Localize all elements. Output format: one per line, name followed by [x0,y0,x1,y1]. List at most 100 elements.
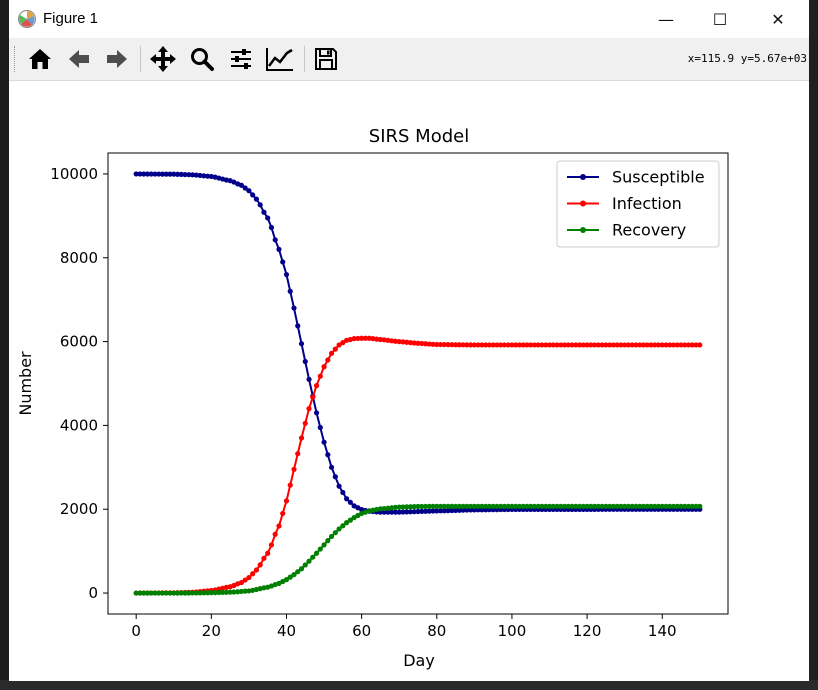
x-tick-label: 100 [498,622,527,640]
y-tick-label: 6000 [60,333,98,351]
data-point [328,350,335,356]
edit-axis-button[interactable] [264,43,296,75]
data-point [332,346,338,352]
data-point [287,288,293,294]
save-button[interactable] [310,43,342,75]
configure-subplots-icon [231,49,251,69]
home-icon [29,49,51,69]
back-arrow-icon [69,50,89,68]
data-point [697,503,703,509]
zoom-button[interactable] [186,43,218,75]
legend-label: Recovery [612,221,686,240]
forward-arrow-icon [107,50,127,68]
data-point [310,394,316,400]
configure-subplots-button[interactable] [225,43,257,75]
x-tick-label: 60 [352,622,371,640]
data-point [257,562,263,568]
navigation-toolbar: x=115.9 y=5.67e+03 [9,38,809,81]
series-recovery [133,503,703,596]
data-point [328,533,335,540]
data-point [272,531,278,537]
toolbar-grip[interactable] [14,46,17,72]
data-point [306,406,312,412]
home-button[interactable] [24,43,56,75]
plot-svg[interactable]: SIRS Model 0 20 40 60 80 100 120 140 0 2000 4000 60… [9,81,809,681]
data-point [347,499,353,505]
window-title: Figure 1 [43,10,99,27]
data-point [268,224,275,231]
y-tick-label: 8000 [60,249,98,267]
data-point [306,558,312,564]
data-point [268,542,275,548]
data-point [317,424,323,431]
y-tick-label: 4000 [60,416,98,434]
data-point [295,323,301,329]
data-point [302,562,308,568]
data-point [287,482,293,488]
data-point [317,373,323,379]
y-axis-label: Number [16,351,35,416]
pan-button[interactable] [147,43,179,75]
series-line [136,337,700,595]
data-point [295,451,301,457]
legend: Susceptible Infection Recovery [556,160,720,248]
background-right-strip [808,0,818,690]
data-point [313,550,320,556]
data-point [250,571,256,577]
data-point [321,542,327,548]
data-point [321,364,327,370]
data-point [291,305,297,311]
data-point [265,550,271,556]
matplotlib-logo-icon [18,10,36,28]
data-point [325,538,331,544]
minimize-button[interactable]: — [643,4,689,34]
pan-icon [150,46,176,72]
forward-button[interactable] [101,43,133,75]
x-tick-label: 120 [573,622,602,640]
data-point [261,555,267,561]
series-line [136,505,700,595]
figure-window: Figure 1 — ☐ ✕ x=115.9 y=5.67e+03 SIRS M… [9,0,809,681]
save-icon [315,48,337,70]
data-point [280,259,286,265]
legend-marker [580,174,586,180]
data-point [291,466,297,473]
zoom-icon [191,48,214,71]
data-point [246,574,252,581]
data-point [302,358,308,365]
back-button[interactable] [63,43,95,75]
data-point [332,530,338,536]
background-bottom-strip [0,680,818,690]
title-bar[interactable]: Figure 1 — ☐ ✕ [9,0,809,38]
data-point [332,474,338,480]
data-point [298,435,305,441]
data-point [253,196,260,202]
toolbar-separator [304,46,305,72]
plot-title: SIRS Model [369,126,469,147]
y-tick-label: 10000 [50,165,98,183]
data-point [265,215,271,221]
data-point [328,464,335,470]
y-tick-label: 0 [88,584,98,602]
data-point [325,452,331,458]
data-point [250,192,256,198]
figure-canvas[interactable]: SIRS Model 0 20 40 60 80 100 120 140 0 2000 4000 60… [9,81,809,681]
data-point [272,237,278,243]
data-point [253,567,260,573]
data-point [257,202,263,208]
data-point [697,342,703,348]
data-point [306,376,312,382]
legend-label: Susceptible [612,168,705,187]
x-tick-label: 20 [202,622,221,640]
data-point [276,523,282,529]
maximize-button[interactable]: ☐ [697,4,743,34]
data-point [283,271,290,278]
close-button[interactable]: ✕ [755,4,801,34]
data-point [310,554,316,560]
x-tick-label: 140 [648,622,677,640]
data-point [302,420,308,426]
data-point [276,246,282,252]
data-point [340,489,346,496]
data-point [313,383,320,389]
toolbar-separator [140,46,141,72]
